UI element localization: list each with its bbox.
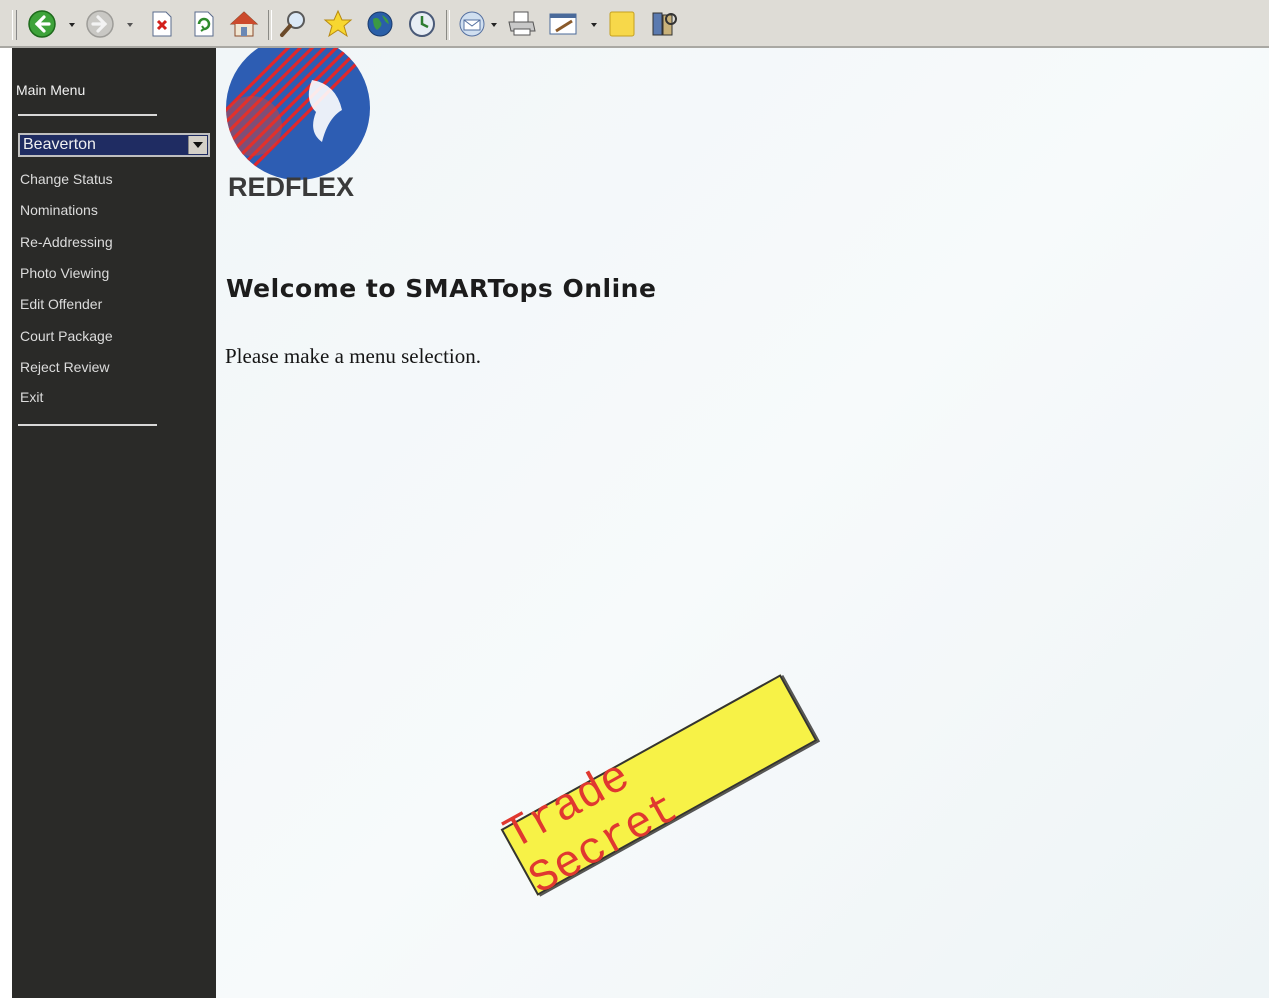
forward-dropdown[interactable]	[126, 22, 134, 28]
favorites-button[interactable]	[322, 8, 354, 40]
mail-icon	[459, 11, 485, 37]
instruction-text: Please make a menu selection.	[225, 344, 481, 368]
sidebar: Main Menu Beaverton Change Status Nomina…	[12, 48, 216, 998]
mail-button[interactable]	[456, 8, 488, 40]
search-icon	[280, 11, 305, 37]
home-icon	[229, 11, 259, 37]
menu-item-court-package[interactable]: Court Package	[20, 328, 113, 344]
research-icon	[652, 12, 677, 36]
sidebar-divider	[18, 424, 157, 426]
mail-dropdown[interactable]	[490, 22, 498, 28]
stop-button[interactable]	[146, 8, 178, 40]
search-button[interactable]	[277, 8, 309, 40]
toolbar-grip[interactable]	[12, 10, 17, 40]
location-select[interactable]: Beaverton	[18, 133, 210, 157]
sidebar-title: Main Menu	[16, 82, 86, 98]
history-button[interactable]	[406, 8, 438, 40]
edit-icon	[549, 13, 577, 35]
location-select-value: Beaverton	[23, 136, 96, 153]
media-icon	[367, 11, 393, 37]
media-button[interactable]	[364, 8, 396, 40]
edit-dropdown[interactable]	[590, 22, 598, 28]
back-dropdown[interactable]	[68, 22, 76, 28]
menu-item-re-addressing[interactable]: Re-Addressing	[20, 234, 113, 250]
logo-text: REDFLEX	[228, 172, 354, 202]
redflex-logo: REDFLEX	[226, 48, 370, 202]
chevron-down-icon[interactable]	[188, 136, 207, 154]
main-content: REDFLEX Welcome to SMARTops Online Pleas…	[216, 48, 1269, 998]
research-button[interactable]	[648, 8, 680, 40]
stamp-text: Trade Secret	[496, 751, 688, 907]
toolbar-separator	[268, 10, 272, 40]
menu-item-change-status[interactable]: Change Status	[20, 171, 113, 187]
menu-item-reject-review[interactable]: Reject Review	[20, 359, 109, 375]
refresh-button[interactable]	[188, 8, 220, 40]
notes-button[interactable]	[606, 8, 638, 40]
browser-toolbar	[0, 0, 1269, 48]
stop-icon	[152, 11, 172, 37]
back-button[interactable]	[26, 8, 58, 40]
notes-icon	[609, 11, 635, 37]
back-icon	[28, 10, 56, 38]
print-icon	[508, 11, 536, 36]
edit-button[interactable]	[548, 8, 580, 40]
refresh-icon	[194, 11, 214, 37]
menu-item-nominations[interactable]: Nominations	[20, 202, 98, 218]
page-title: Welcome to SMARTops Online	[226, 274, 657, 303]
favorites-icon	[323, 9, 353, 38]
trade-secret-stamp: Trade Secret	[496, 674, 818, 906]
menu-item-edit-offender[interactable]: Edit Offender	[20, 296, 102, 312]
forward-icon	[86, 10, 114, 38]
menu-item-exit[interactable]: Exit	[20, 389, 43, 405]
forward-button[interactable]	[84, 8, 116, 40]
sidebar-divider	[18, 114, 157, 116]
history-icon	[409, 11, 435, 37]
menu-item-photo-viewing[interactable]: Photo Viewing	[20, 265, 109, 281]
toolbar-separator	[446, 10, 450, 40]
home-button[interactable]	[228, 8, 260, 40]
print-button[interactable]	[506, 8, 538, 40]
